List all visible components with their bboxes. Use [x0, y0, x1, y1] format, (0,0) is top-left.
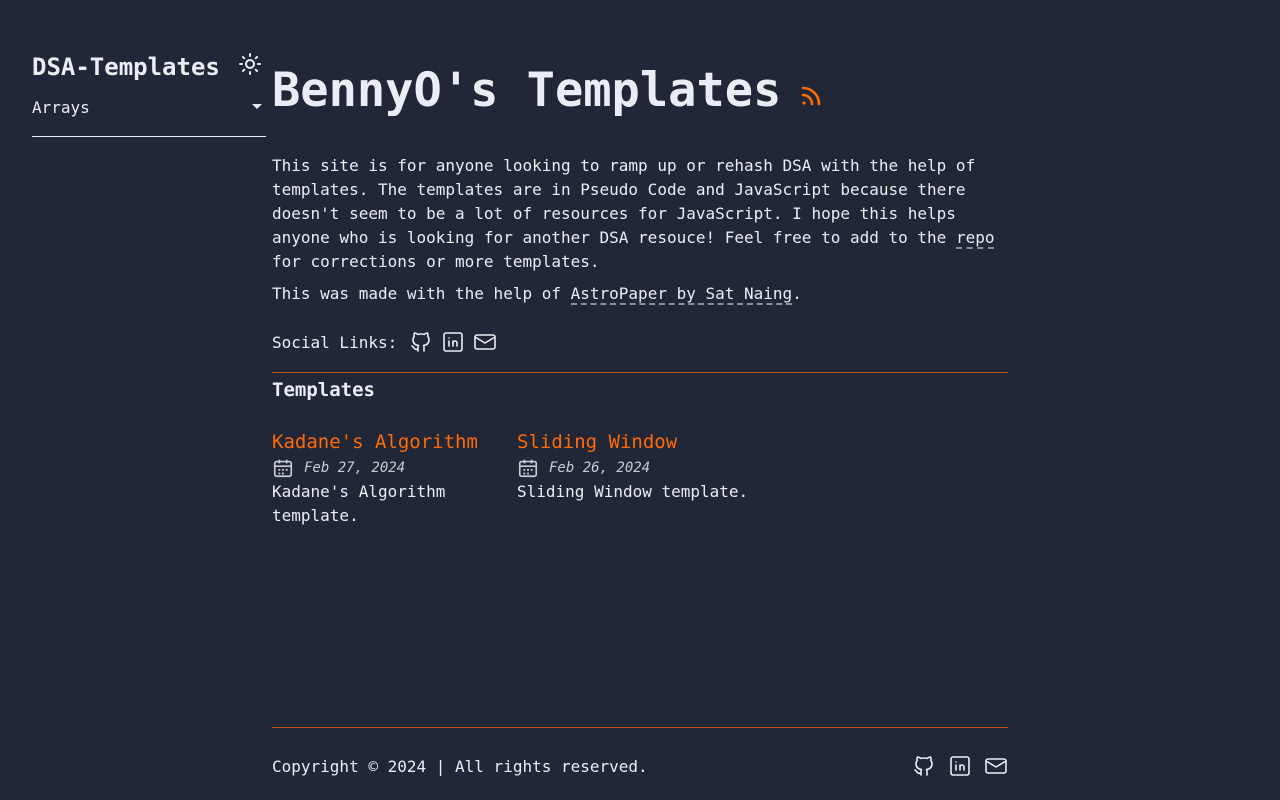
social-links: Social Links: — [272, 328, 1008, 356]
credits-text: This was made with the help of — [272, 284, 571, 303]
mail-icon[interactable] — [473, 330, 497, 354]
page: DSA-Templates Arrays BennyO's Templates — [0, 0, 1280, 800]
sidebar: DSA-Templates Arrays — [32, 52, 266, 137]
chevron-down-icon — [252, 104, 262, 109]
template-title-link[interactable]: Kadane's Algorithm — [272, 429, 493, 455]
main-content: BennyO's Templates This site is for anyo… — [272, 62, 1008, 528]
template-description: Kadane's Algorithm template. — [272, 482, 446, 525]
intro-text: This site is for anyone looking to ramp … — [272, 156, 976, 247]
github-icon[interactable] — [409, 330, 433, 354]
repo-link[interactable]: repo — [955, 228, 995, 249]
template-date-text: Feb 27, 2024 — [304, 460, 406, 476]
calendar-icon — [273, 459, 293, 478]
intro-paragraph: This site is for anyone looking to ramp … — [272, 154, 1002, 274]
social-links-label: Social Links: — [272, 332, 398, 352]
page-title: BennyO's Templates — [272, 63, 782, 118]
linkedin-icon[interactable] — [948, 754, 972, 778]
footer-divider — [272, 727, 1008, 728]
footer-social-links — [900, 754, 1008, 778]
mail-icon[interactable] — [984, 754, 1008, 778]
section-divider — [272, 372, 1008, 373]
template-card: Kadane's Algorithm Feb 27, 2024 Kadane's… — [272, 429, 493, 528]
template-date-text: Feb 26, 2024 — [549, 460, 651, 476]
linkedin-icon[interactable] — [441, 330, 465, 354]
footer-row: Copyright © 2024 | All rights reserved. — [272, 752, 1008, 780]
sun-icon[interactable] — [238, 52, 262, 76]
category-select-value: Arrays — [32, 98, 90, 117]
copyright-text: Copyright © 2024 | All rights reserved. — [272, 756, 648, 776]
credits-paragraph: This was made with the help of AstroPape… — [272, 282, 1002, 306]
template-description: Sliding Window template. — [517, 482, 749, 501]
calendar-icon — [518, 459, 538, 478]
github-icon[interactable] — [912, 754, 936, 778]
template-title-link[interactable]: Sliding Window — [517, 429, 777, 455]
template-date: Feb 27, 2024 — [272, 456, 493, 480]
templates-list: Kadane's Algorithm Feb 27, 2024 Kadane's… — [272, 429, 1008, 528]
rss-icon[interactable] — [799, 84, 823, 108]
astropaper-link[interactable]: AstroPaper by Sat Naing — [570, 284, 793, 305]
footer: Copyright © 2024 | All rights reserved. — [272, 727, 1008, 780]
template-date: Feb 26, 2024 — [517, 456, 777, 480]
hero: BennyO's Templates — [272, 62, 1008, 120]
intro-text-end: for corrections or more templates. — [272, 252, 600, 271]
templates-heading: Templates — [272, 379, 375, 401]
credits-text-end: . — [792, 284, 802, 303]
site-title[interactable]: DSA-Templates — [32, 52, 220, 82]
template-card: Sliding Window Feb 26, 2024 Sliding Wind… — [517, 429, 777, 528]
category-select[interactable]: Arrays — [32, 98, 266, 137]
intro: This site is for anyone looking to ramp … — [272, 154, 1002, 306]
